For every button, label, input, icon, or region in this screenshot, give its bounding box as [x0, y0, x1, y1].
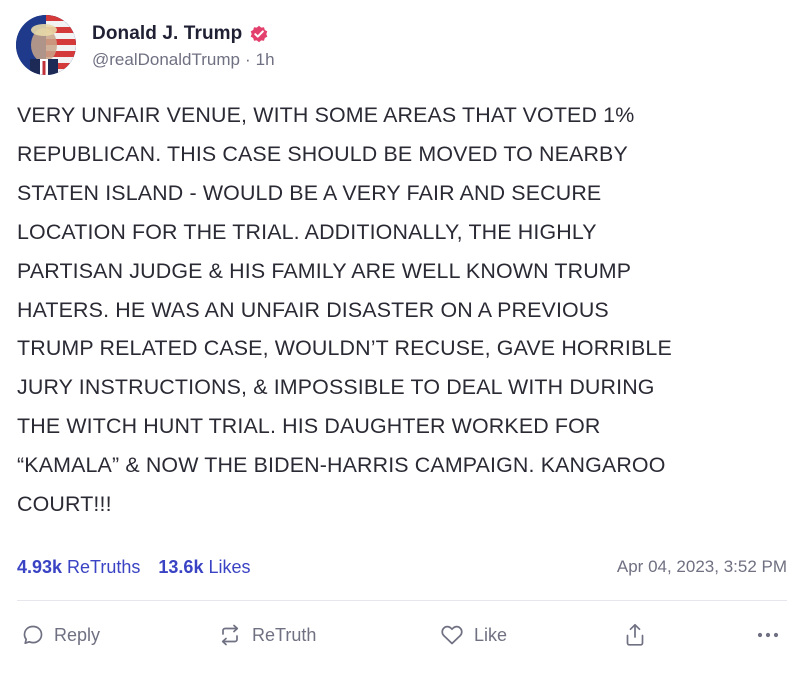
reply-icon — [21, 623, 45, 647]
retruths-label: ReTruths — [67, 556, 141, 577]
handle-row: @realDonaldTrump · 1h — [92, 50, 275, 70]
retruth-button[interactable]: ReTruth — [217, 618, 316, 652]
post-text: VERY UNFAIR VENUE, WITH SOME AREAS THAT … — [17, 103, 672, 517]
avatar[interactable] — [16, 15, 76, 75]
share-icon — [623, 622, 647, 648]
name-row: Donald J. Trump — [92, 20, 275, 48]
retruth-icon — [217, 623, 243, 647]
verified-badge-icon — [249, 24, 269, 44]
author-display-name[interactable]: Donald J. Trump — [92, 23, 242, 45]
avatar-image — [16, 15, 76, 75]
action-bar: Reply ReTruth Like — [17, 618, 787, 652]
like-label: Like — [474, 624, 508, 645]
more-icon — [755, 623, 781, 647]
reply-button[interactable]: Reply — [21, 618, 100, 652]
share-button[interactable] — [623, 618, 647, 652]
like-button[interactable]: Like — [439, 618, 507, 652]
post-age[interactable]: 1h — [256, 50, 275, 70]
like-icon — [439, 623, 465, 647]
likes-label: Likes — [208, 556, 251, 577]
retruths-stat[interactable]: 4.93k ReTruths — [17, 557, 140, 578]
retruth-label: ReTruth — [252, 624, 317, 645]
handle-separator: · — [244, 50, 251, 69]
author-handle[interactable]: @realDonaldTrump — [92, 50, 240, 70]
retruths-count: 4.93k — [17, 556, 63, 577]
likes-count: 13.6k — [158, 556, 204, 577]
likes-stat[interactable]: 13.6k Likes — [158, 557, 250, 578]
post-header: Donald J. Trump @realDonaldTrump · 1h — [16, 14, 275, 76]
post-stats: 4.93k ReTruths 13.6k Likes Apr 04, 2023,… — [17, 552, 787, 582]
divider — [17, 600, 787, 601]
post-timestamp: Apr 04, 2023, 3:52 PM — [616, 557, 787, 576]
author-info: Donald J. Trump @realDonaldTrump · 1h — [92, 20, 275, 70]
reply-label: Reply — [54, 624, 101, 645]
more-options-button[interactable] — [755, 618, 781, 652]
truth-post: Donald J. Trump @realDonaldTrump · 1h VE… — [0, 0, 800, 677]
